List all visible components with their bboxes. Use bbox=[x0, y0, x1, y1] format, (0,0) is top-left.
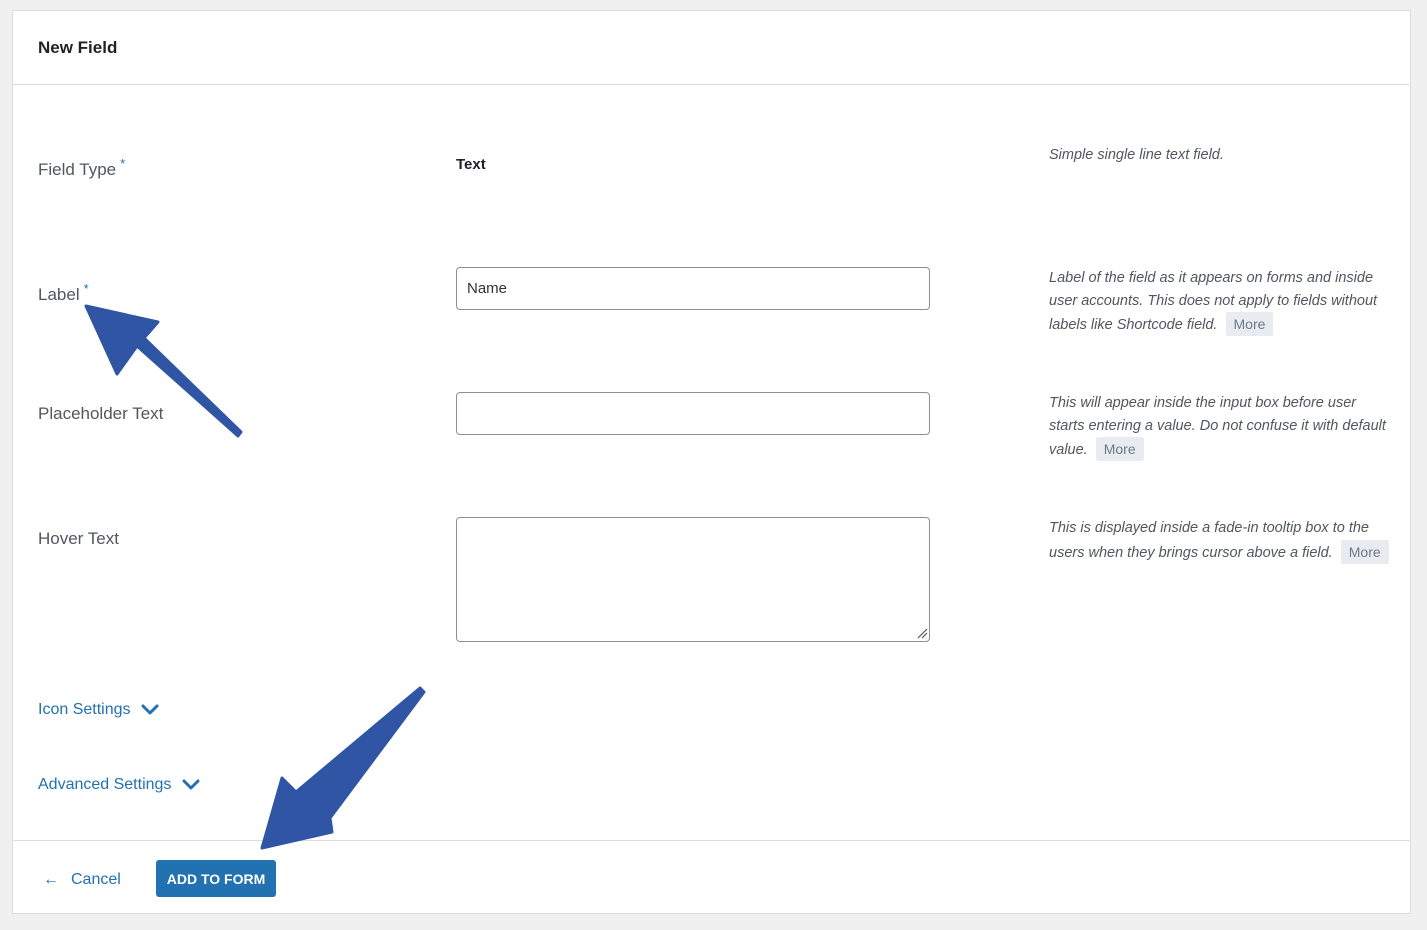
required-asterisk: * bbox=[120, 156, 126, 171]
hover-text-textarea[interactable] bbox=[456, 517, 930, 642]
field-type-description-text: Simple single line text field. bbox=[1049, 147, 1224, 163]
field-type-label-text: Field Type bbox=[38, 160, 117, 179]
label-input[interactable] bbox=[456, 267, 930, 310]
field-type-description: Simple single line text field. bbox=[1049, 144, 1389, 167]
placeholder-text-label: Placeholder Text bbox=[38, 404, 164, 423]
chevron-down-icon bbox=[141, 704, 159, 715]
label-more-button[interactable]: More bbox=[1225, 312, 1274, 336]
cancel-label: Cancel bbox=[71, 871, 121, 888]
panel-footer: ← Cancel ADD TO FORM bbox=[13, 840, 1410, 913]
icon-settings-toggle[interactable]: Icon Settings bbox=[38, 701, 159, 719]
hover-text-label: Hover Text bbox=[38, 529, 119, 548]
cancel-link[interactable]: ← Cancel bbox=[43, 871, 121, 889]
chevron-down-icon bbox=[182, 779, 200, 790]
hover-description-text: This is displayed inside a fade-in toolt… bbox=[1049, 520, 1369, 561]
hover-description: This is displayed inside a fade-in toolt… bbox=[1049, 517, 1389, 564]
label-label: Label * bbox=[38, 281, 89, 305]
field-type-label: Field Type * bbox=[38, 156, 125, 180]
label-description-text: Label of the field as it appears on form… bbox=[1049, 270, 1378, 333]
field-type-value: Text bbox=[456, 156, 486, 173]
resize-handle-icon[interactable] bbox=[916, 627, 928, 639]
new-field-panel: New Field Field Type * Text Simple single… bbox=[12, 10, 1411, 914]
add-to-form-button[interactable]: ADD TO FORM bbox=[156, 860, 276, 897]
placeholder-description: This will appear inside the input box be… bbox=[1049, 392, 1389, 462]
label-label-text: Label bbox=[38, 285, 80, 304]
advanced-settings-toggle[interactable]: Advanced Settings bbox=[38, 776, 200, 794]
panel-title: New Field bbox=[38, 38, 118, 57]
placeholder-text-input[interactable] bbox=[456, 392, 930, 435]
advanced-settings-label: Advanced Settings bbox=[38, 776, 172, 793]
required-asterisk: * bbox=[83, 281, 89, 296]
icon-settings-label: Icon Settings bbox=[38, 701, 131, 718]
panel-header: New Field bbox=[13, 11, 1410, 85]
arrow-left-icon: ← bbox=[43, 871, 59, 888]
placeholder-more-button[interactable]: More bbox=[1095, 437, 1144, 461]
hover-more-button[interactable]: More bbox=[1340, 539, 1389, 564]
label-description: Label of the field as it appears on form… bbox=[1049, 267, 1389, 337]
